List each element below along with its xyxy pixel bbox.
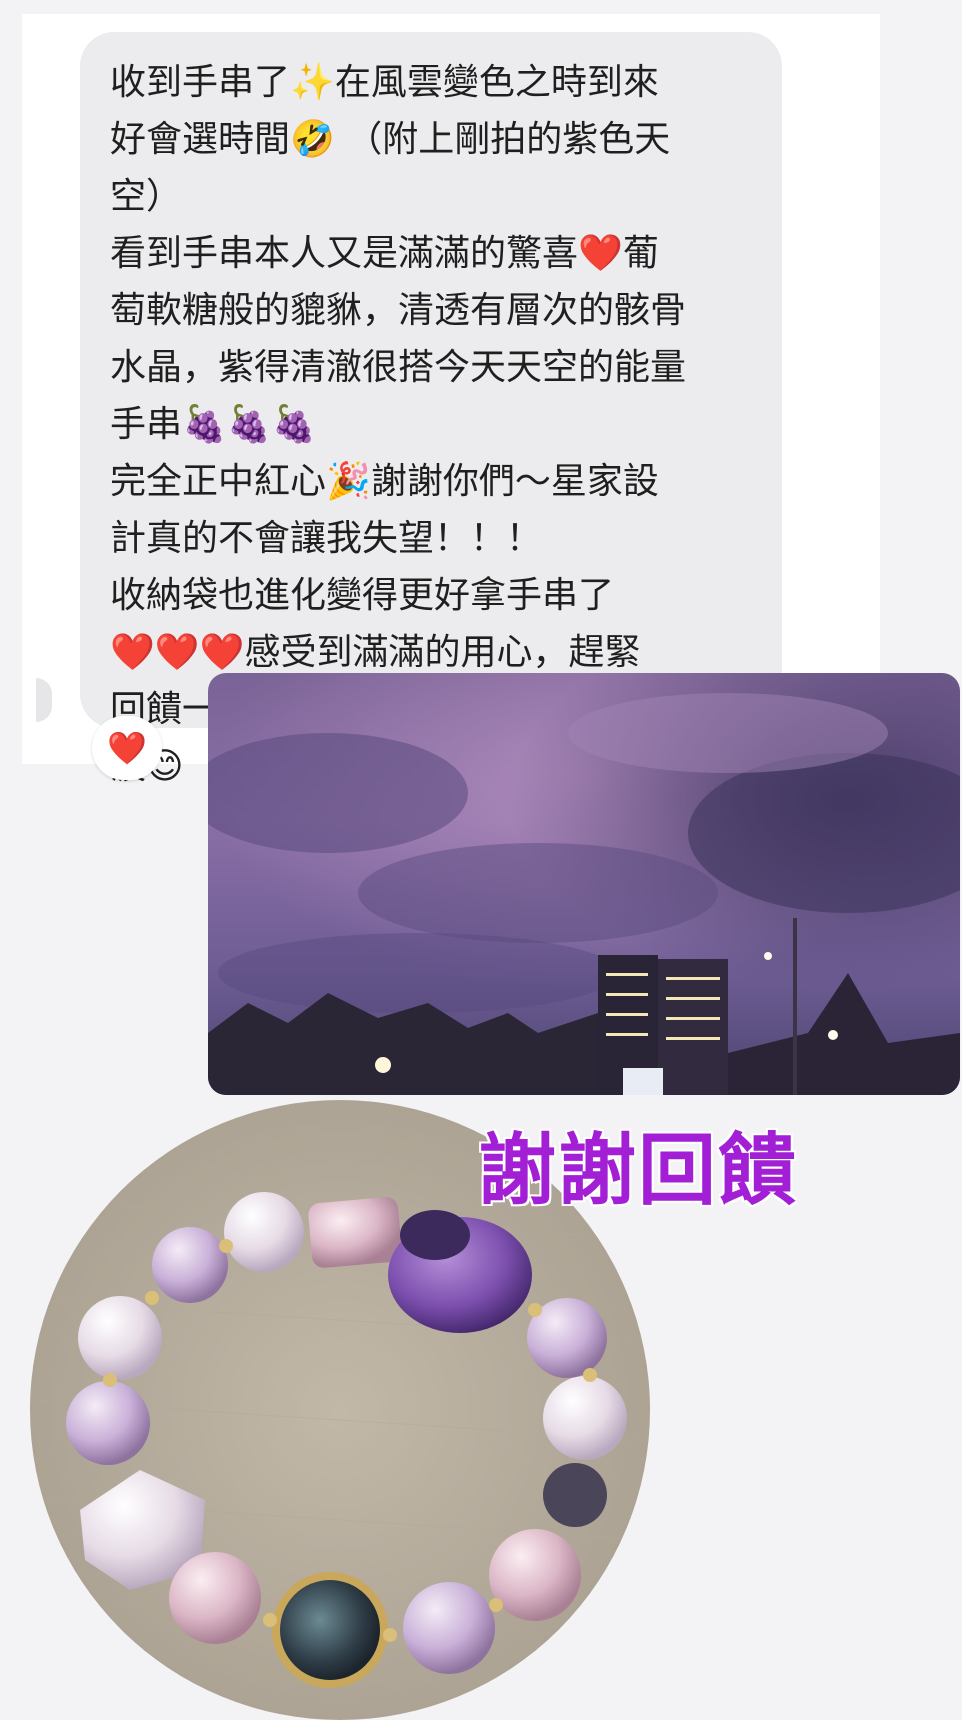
message-line: 萄軟糖般的貔貅，清透有層次的骸骨 [110, 290, 687, 331]
message-line: 計真的不會讓我失望！！！ [110, 518, 543, 559]
message-line: 完全正中紅心🎉謝謝你們～星家設 [110, 461, 659, 502]
heart-reaction-icon[interactable]: ❤️ [92, 716, 162, 780]
message-line: ❤️❤️❤️感受到滿滿的用心，趕緊 [110, 632, 641, 673]
message-line: 手串🍇🍇🍇 [110, 404, 317, 445]
message-line: 收納袋也進化變得更好拿手串了 [110, 575, 615, 616]
chat-panel: 收到手串了✨在風雲變色之時到來 好會選時間🤣 （附上剛拍的紫色天 空） 看到手串… [22, 14, 880, 787]
thank-you-caption: 謝謝回饋 [478, 1126, 799, 1216]
message-line: 收到手串了✨在風雲變色之時到來 [110, 62, 659, 103]
purple-sky-photo[interactable] [208, 673, 960, 1095]
message-line: 空） [110, 176, 183, 217]
message-line: 水晶，紫得清澈很搭今天天空的能量 [110, 347, 687, 388]
chevron-left-icon[interactable] [36, 678, 52, 722]
message-line: 看到手串本人又是滿滿的驚喜❤️葡 [110, 233, 659, 274]
message-line: 好會選時間🤣 （附上剛拍的紫色天 [110, 119, 671, 160]
